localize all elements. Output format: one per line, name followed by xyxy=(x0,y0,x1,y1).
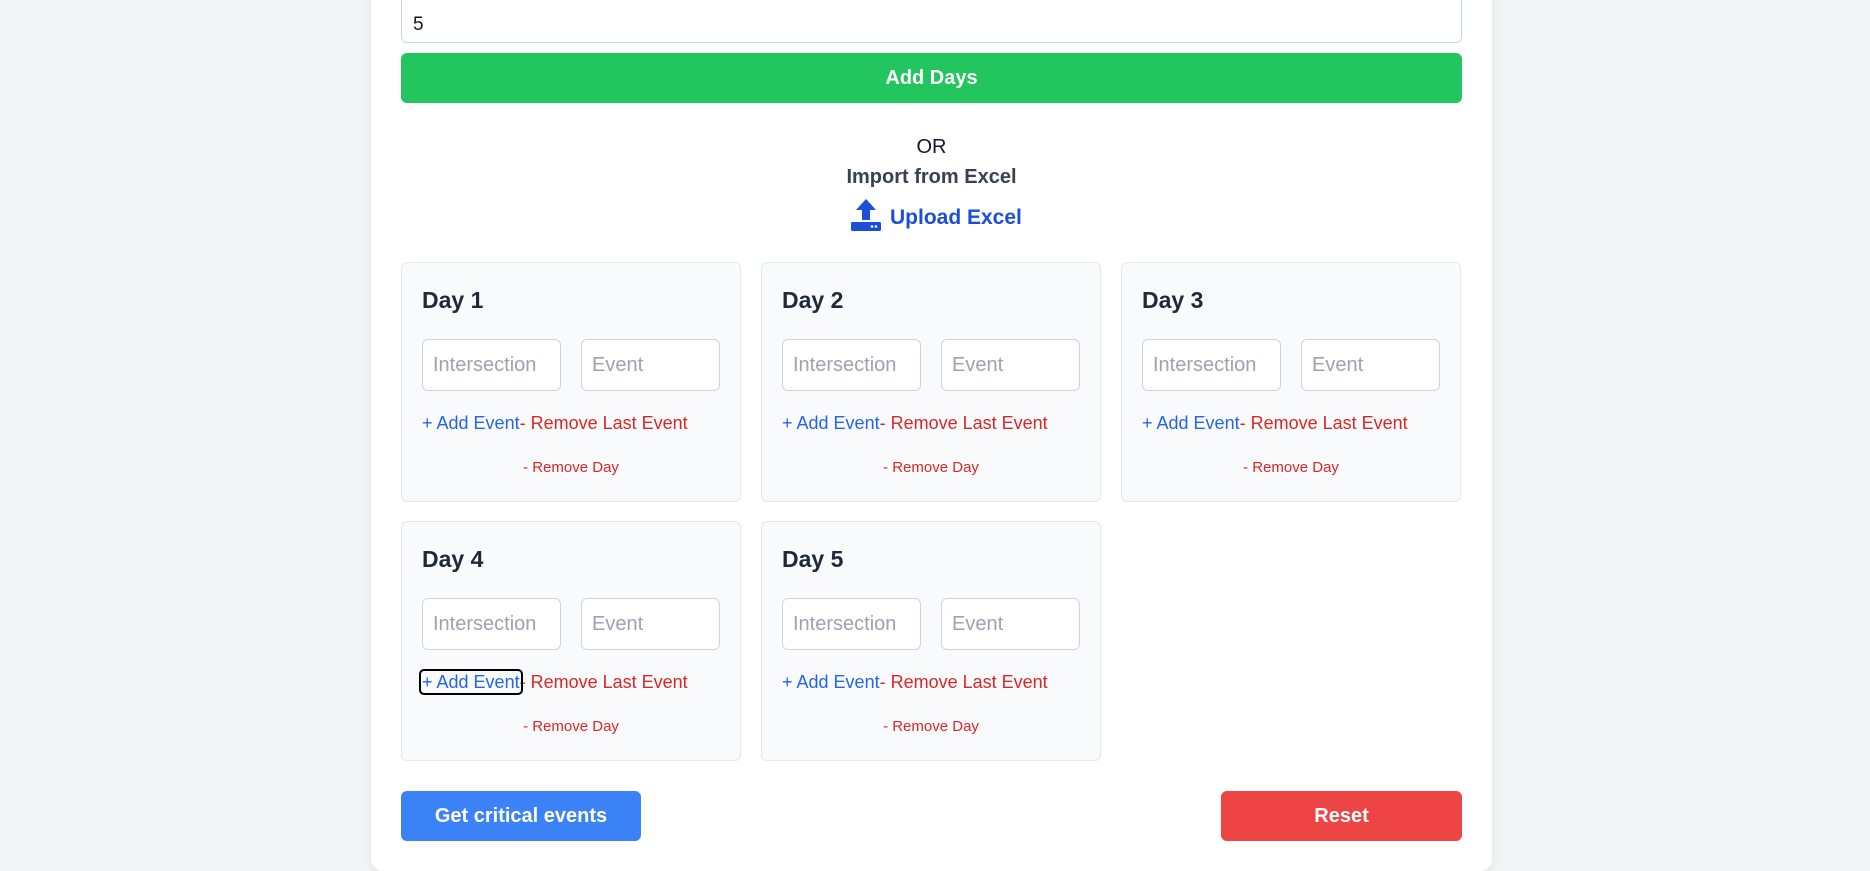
day-card-2: Day 2 + Add Event- Remove Last Event - R… xyxy=(761,262,1101,502)
add-event-link[interactable]: + Add Event xyxy=(422,413,520,433)
add-event-link[interactable]: + Add Event xyxy=(1142,413,1240,433)
day-card-5: Day 5 + Add Event- Remove Last Event - R… xyxy=(761,521,1101,761)
remove-day-link[interactable]: - Remove Day xyxy=(762,718,1100,735)
upload-icon xyxy=(850,198,882,238)
day-card-4: Day 4 + Add Event- Remove Last Event - R… xyxy=(401,521,741,761)
day-title: Day 5 xyxy=(782,546,844,572)
remove-last-event-link[interactable]: - Remove Last Event xyxy=(880,413,1048,433)
intersection-input[interactable] xyxy=(782,598,921,650)
intersection-input[interactable] xyxy=(782,339,921,391)
upload-excel-button[interactable]: Upload Excel xyxy=(850,198,1022,238)
intersection-input[interactable] xyxy=(1142,339,1281,391)
day-title: Day 4 xyxy=(422,546,484,572)
day-title: Day 2 xyxy=(782,287,844,313)
intersection-input[interactable] xyxy=(422,598,561,650)
add-event-link[interactable]: + Add Event xyxy=(782,413,880,433)
remove-day-link[interactable]: - Remove Day xyxy=(402,459,740,476)
event-input[interactable] xyxy=(941,598,1080,650)
remove-last-event-link[interactable]: - Remove Last Event xyxy=(1240,413,1408,433)
event-input[interactable] xyxy=(581,339,720,391)
upload-excel-label: Upload Excel xyxy=(890,206,1022,229)
add-event-link[interactable]: + Add Event xyxy=(782,672,880,692)
remove-day-link[interactable]: - Remove Day xyxy=(402,718,740,735)
day-card-1: Day 1 + Add Event- Remove Last Event - R… xyxy=(401,262,741,502)
add-event-link[interactable]: + Add Event xyxy=(419,669,523,695)
import-heading: Import from Excel xyxy=(846,166,1017,188)
remove-day-link[interactable]: - Remove Day xyxy=(762,459,1100,476)
remove-last-event-link[interactable]: - Remove Last Event xyxy=(880,672,1048,692)
remove-last-event-link[interactable]: - Remove Last Event xyxy=(520,672,688,692)
remove-day-link[interactable]: - Remove Day xyxy=(1122,459,1460,476)
event-input[interactable] xyxy=(941,339,1080,391)
remove-last-event-link[interactable]: - Remove Last Event xyxy=(520,413,688,433)
day-title: Day 1 xyxy=(422,287,484,313)
event-input[interactable] xyxy=(581,598,720,650)
number-of-days-input[interactable] xyxy=(401,0,1462,43)
or-separator: OR xyxy=(916,136,947,158)
intersection-input[interactable] xyxy=(422,339,561,391)
day-title: Day 3 xyxy=(1142,287,1204,313)
reset-button[interactable]: Reset xyxy=(1221,791,1462,841)
get-critical-events-button[interactable]: Get critical events xyxy=(401,791,641,841)
event-input[interactable] xyxy=(1301,339,1440,391)
day-card-3: Day 3 + Add Event- Remove Last Event - R… xyxy=(1121,262,1461,502)
add-days-button[interactable]: Add Days xyxy=(401,53,1462,103)
